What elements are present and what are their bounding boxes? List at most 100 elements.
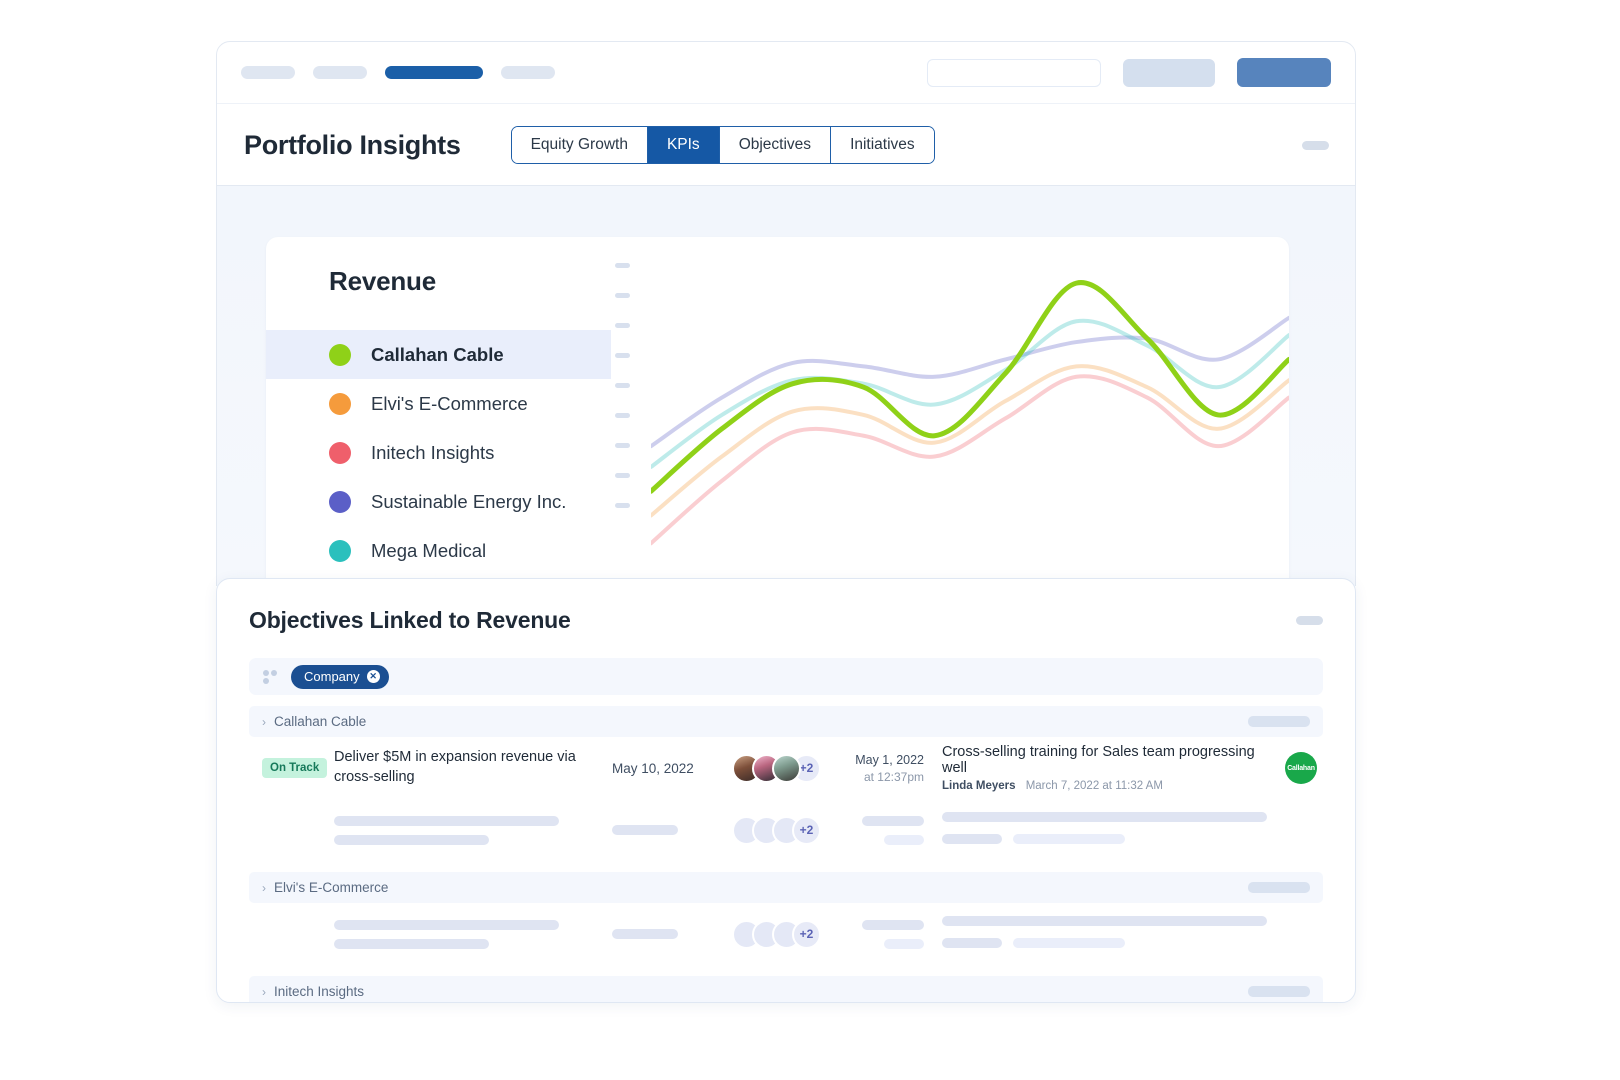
group-name: Callahan Cable [274, 714, 367, 729]
last-updated-time: at 12:37pm [863, 769, 924, 784]
close-icon[interactable]: ✕ [366, 670, 380, 683]
chrome-tab-placeholder-1[interactable] [241, 66, 295, 79]
y-axis-tick [615, 263, 630, 268]
y-axis-tick [615, 443, 630, 448]
updated-placeholder [842, 815, 938, 845]
skeleton-line [942, 915, 1267, 926]
chrome-tab-placeholders [241, 66, 555, 79]
skeleton-line-group [942, 831, 1267, 849]
legend-item-elvis-ecommerce[interactable]: Elvi's E-Commerce [266, 379, 611, 428]
legend-item-label: Initech Insights [371, 441, 495, 463]
last-updated-cell: May 1, 2022 at 12:37pm [842, 753, 938, 784]
filter-chip-label: Company [304, 669, 360, 684]
avatar-overflow-count: +2 [792, 919, 821, 949]
chart-title: Revenue [329, 266, 436, 296]
group-row-callahan-cable[interactable]: › Callahan Cable [249, 706, 1323, 737]
chrome-tab-placeholder-2[interactable] [313, 66, 367, 79]
header-menu-placeholder[interactable] [1302, 140, 1329, 150]
comment-meta: Linda Meyers March 7, 2022 at 11:32 AM [942, 780, 1267, 792]
filter-icon [263, 669, 279, 685]
objective-due-date: May 10, 2022 [612, 760, 694, 776]
y-axis-ticks [615, 263, 630, 508]
status-badge: On Track [262, 758, 328, 778]
group-value-placeholder [1248, 882, 1310, 893]
company-logo-cell: Callahan [1267, 752, 1317, 784]
avatar-stack-placeholder: +2 [732, 919, 842, 949]
primary-button[interactable] [1237, 58, 1331, 87]
app-window: Portfolio Insights Equity Growth KPIs Ob… [216, 41, 1356, 186]
tab-initiatives[interactable]: Initiatives [831, 127, 934, 163]
table-row-placeholder: +2 [249, 799, 1323, 861]
chrome-right-controls [927, 58, 1331, 87]
owners-cell: +2 [732, 753, 842, 783]
comment-cell: Cross-selling training for Sales team pr… [938, 744, 1267, 792]
search-input[interactable] [927, 58, 1101, 87]
legend-color-dot [329, 441, 351, 464]
page-title: Portfolio Insights [244, 129, 461, 160]
y-axis-tick [615, 473, 630, 478]
comment-placeholder [938, 811, 1267, 849]
legend-item-callahan-cable[interactable]: Callahan Cable [266, 330, 611, 379]
updated-placeholder [842, 919, 938, 949]
legend-item-label: Mega Medical [371, 539, 487, 561]
skeleton-line [884, 834, 924, 845]
group-row-elvis-ecommerce[interactable]: › Elvi's E-Commerce [249, 872, 1323, 903]
legend-item-sustainable-energy[interactable]: Sustainable Energy Inc. [266, 477, 611, 526]
objectives-menu-placeholder[interactable] [1296, 616, 1323, 625]
legend-item-mega-medical[interactable]: Mega Medical [266, 526, 611, 575]
group-value-placeholder [1248, 716, 1310, 727]
group-value-placeholder [1248, 986, 1310, 997]
tab-objectives[interactable]: Objectives [719, 127, 832, 163]
last-updated-date: May 1, 2022 [855, 752, 924, 767]
tab-kpis[interactable]: KPIs [647, 127, 720, 163]
legend-item-label: Callahan Cable [371, 343, 504, 365]
owners-placeholder: +2 [732, 815, 842, 845]
skeleton-line [612, 825, 678, 835]
chrome-tab-placeholder-4[interactable] [501, 66, 555, 79]
objectives-header: Objectives Linked to Revenue [249, 607, 1323, 634]
browser-chrome-bar [217, 42, 1355, 104]
group-name: Initech Insights [274, 984, 365, 999]
filter-chip-company[interactable]: Company ✕ [291, 664, 389, 689]
y-axis-tick [615, 353, 630, 358]
skeleton-line [612, 929, 678, 939]
legend-color-dot [329, 490, 351, 513]
tab-equity-growth[interactable]: Equity Growth [511, 127, 648, 163]
legend-color-dot [329, 539, 351, 562]
secondary-button[interactable] [1123, 58, 1215, 87]
table-row[interactable]: On Track Deliver $5M in expansion revenu… [249, 737, 1323, 799]
skeleton-line-group [942, 935, 1267, 953]
objective-name-placeholder [334, 919, 612, 949]
chart-region: Revenue Callahan Cable Elvi's E-Commerce… [216, 186, 1356, 586]
table-row-placeholder: +2 [249, 903, 1323, 965]
page-header: Portfolio Insights Equity Growth KPIs Ob… [217, 104, 1355, 186]
skeleton-line [334, 938, 489, 949]
group-name: Elvi's E-Commerce [274, 880, 389, 895]
line-chart [651, 247, 1289, 575]
avatar-stack[interactable]: +2 [732, 753, 842, 783]
comment-timestamp: March 7, 2022 at 11:32 AM [1025, 780, 1163, 792]
chart-legend: Callahan Cable Elvi's E-Commerce Initech… [266, 330, 611, 575]
chevron-right-icon[interactable]: › [262, 881, 266, 895]
chevron-right-icon[interactable]: › [262, 985, 266, 999]
skeleton-line [334, 834, 489, 845]
revenue-chart-card: Revenue Callahan Cable Elvi's E-Commerce… [266, 237, 1289, 586]
objective-name-placeholder [334, 815, 612, 845]
chrome-tab-placeholder-active[interactable] [385, 66, 483, 79]
chart-legend-panel: Revenue Callahan Cable Elvi's E-Commerce… [266, 237, 611, 586]
legend-color-dot [329, 343, 351, 366]
chevron-right-icon[interactable]: › [262, 715, 266, 729]
skeleton-line [862, 815, 924, 826]
y-axis-tick [615, 503, 630, 508]
avatar-stack-placeholder: +2 [732, 815, 842, 845]
objective-name: Deliver $5M in expansion revenue via cro… [334, 749, 576, 785]
date-placeholder [612, 825, 732, 835]
avatar-overflow-count: +2 [792, 815, 821, 845]
group-row-initech-insights[interactable]: › Initech Insights [249, 976, 1323, 1002]
legend-item-label: Sustainable Energy Inc. [371, 490, 567, 512]
legend-item-initech-insights[interactable]: Initech Insights [266, 428, 611, 477]
status-cell: On Track [262, 758, 334, 778]
avatar [772, 753, 801, 783]
company-logo-icon: Callahan [1285, 752, 1317, 784]
skeleton-line [862, 919, 924, 930]
